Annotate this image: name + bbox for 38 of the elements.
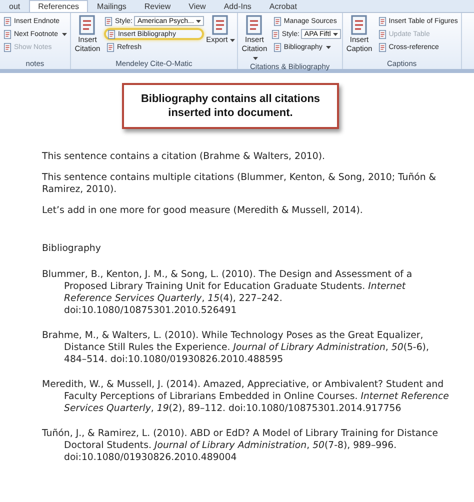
ribbon-tab[interactable]: View bbox=[180, 0, 215, 12]
document-icon bbox=[378, 16, 387, 26]
paragraph: This sentence contains multiple citations (Blummer, Kenton, & Song, 2010; Tuñón & Ramirez, 2010). bbox=[42, 172, 438, 196]
document-icon bbox=[106, 42, 115, 52]
document-icon bbox=[349, 15, 370, 35]
document-icon bbox=[3, 16, 12, 26]
ribbon-tab[interactable]: Add-Ins bbox=[214, 0, 260, 12]
document-icon bbox=[244, 15, 264, 35]
document-icon bbox=[378, 30, 387, 38]
caret-icon bbox=[230, 39, 235, 42]
document-icon bbox=[106, 30, 116, 38]
document-icon bbox=[210, 15, 230, 35]
bibliography-heading: Bibliography bbox=[42, 243, 102, 255]
paragraph: Let’s add in one more for good measure (Meredith & Mussell, 2014). bbox=[42, 205, 364, 217]
ribbon-tab[interactable]: Acrobat bbox=[260, 0, 306, 12]
reference-entry: Blummer, B., Kenton, J. M., & Song, L. (2010). The Design and Assessment of a Proposed Library Training Unit for Education Graduate Students. Internet Reference Services Quarterly, 15(4), 227–242. doi:10.1080/10875301.2010.526491 bbox=[42, 269, 414, 317]
document-icon bbox=[3, 30, 12, 38]
document-icon bbox=[77, 15, 98, 35]
document-icon bbox=[3, 42, 12, 52]
reference-entry: Meredith, W., & Mussell, J. (2014). Amazed, Appreciative, or Ambivalent? Student and Faculty Perceptions of Librarians Embedded in Online Courses. Internet Reference Services Quarterly, 19(2), 89–112. doi:10.1080/10875301.2014.917756 bbox=[42, 379, 450, 415]
caret-icon bbox=[196, 20, 201, 22]
ribbon-tab[interactable]: References bbox=[29, 0, 88, 12]
document-icon bbox=[104, 16, 113, 26]
document-icon bbox=[272, 42, 282, 52]
reference-entry: Brahme, M., & Walters, L. (2010). While Technology Poses as the Great Equalizer, Distance Still Rules the Experience. Journal of Library Administration, 50(5-6), 484–514. doi:10.1080/01930826.2010.488595 bbox=[42, 330, 430, 366]
ribbon-tab[interactable]: out bbox=[0, 0, 30, 12]
caret-icon bbox=[62, 32, 67, 36]
document-icon bbox=[270, 30, 280, 38]
caret-icon bbox=[332, 32, 338, 36]
document-icon bbox=[378, 42, 387, 52]
paragraph: This sentence contains a citation (Brahme & Walters, 2010). bbox=[42, 151, 326, 163]
ribbon-tab[interactable]: Mailings bbox=[88, 0, 136, 12]
callout-box: Bibliography contains all citations inserted into document. bbox=[122, 83, 339, 129]
ribbon-tab[interactable]: Review bbox=[135, 0, 180, 12]
reference-entry: Tuñón, J., & Ramirez, L. (2010). ABD or EdD? A Model of Library Training for Distance Doctoral Students. Journal of Library Administration, 50(7-8), 989–996. doi:10.1080/01930826.2010.489004 bbox=[42, 428, 440, 464]
caret-icon bbox=[326, 46, 332, 48]
document-icon bbox=[272, 16, 282, 26]
caret-icon bbox=[252, 57, 258, 60]
